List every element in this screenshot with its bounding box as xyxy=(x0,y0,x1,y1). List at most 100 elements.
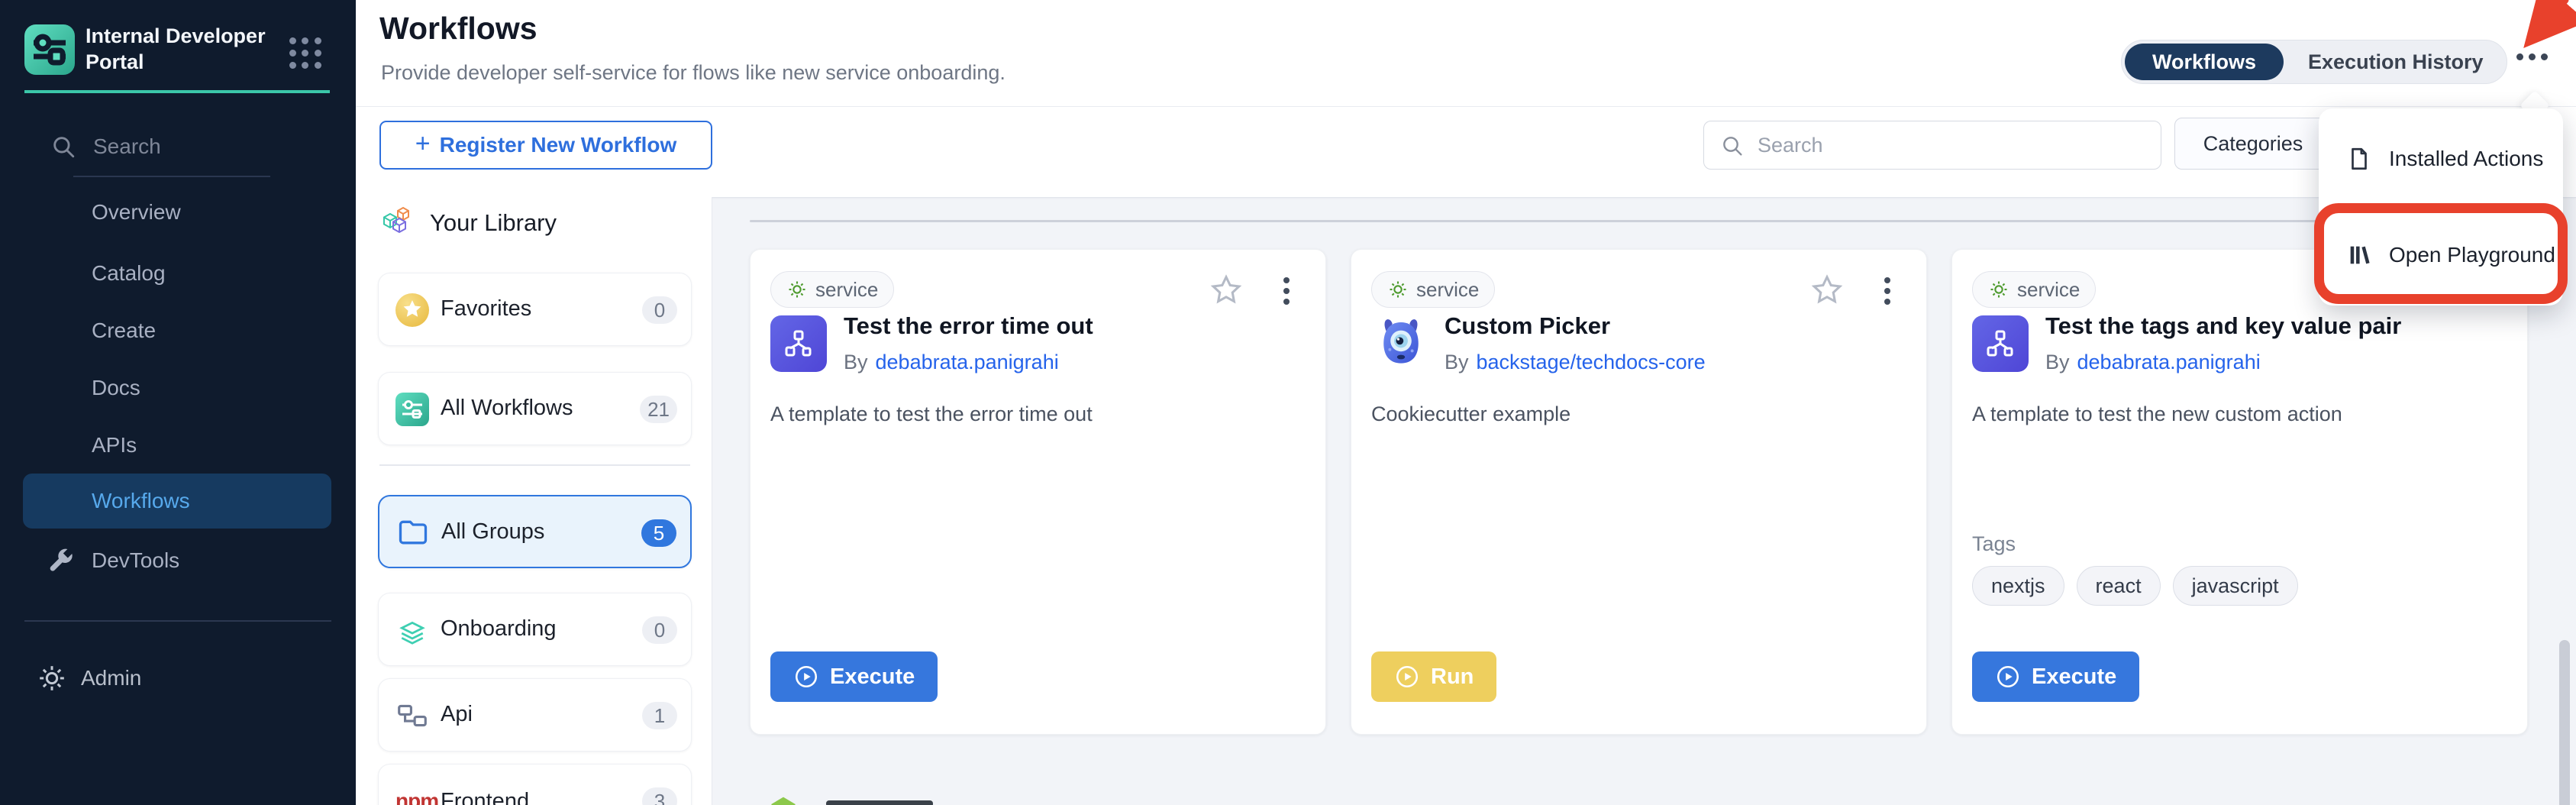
gear-icon xyxy=(1988,279,2009,300)
count-badge: 5 xyxy=(641,519,676,547)
count-badge: 0 xyxy=(642,616,677,644)
tag-chip: javascript xyxy=(2173,566,2298,606)
star-circle-icon xyxy=(395,293,429,327)
count-badge: 3 xyxy=(642,787,677,805)
card-description: Cookiecutter example xyxy=(1371,402,1570,426)
kind-chip: service xyxy=(1371,271,1495,308)
favorite-star-icon[interactable] xyxy=(1209,273,1244,308)
card-menu-button[interactable] xyxy=(1277,273,1296,309)
section-divider xyxy=(750,220,2520,222)
annotation-highlight-ring xyxy=(2314,203,2568,304)
categories-dropdown[interactable]: Categories xyxy=(2174,118,2332,170)
plus-icon: + xyxy=(415,129,431,159)
sidebar-item-docs[interactable]: Docs xyxy=(92,376,140,400)
library-item-onboarding[interactable]: Onboarding 0 xyxy=(378,593,692,666)
tags-label: Tags xyxy=(1972,532,2016,556)
sidebar-item-devtools[interactable]: DevTools xyxy=(46,542,336,579)
sidebar-item-label: DevTools xyxy=(92,548,179,573)
kind-chip: service xyxy=(770,271,894,308)
library-item-all-groups[interactable]: All Groups 5 xyxy=(378,495,692,568)
execute-button[interactable]: Execute xyxy=(1972,651,2139,702)
library-header: Your Library xyxy=(379,205,557,241)
sidebar-item-label: Workflows xyxy=(92,489,190,513)
sidebar-search[interactable]: Search xyxy=(50,130,302,163)
vertical-scrollbar[interactable] xyxy=(2559,640,2570,805)
workflow-card: service Test the tags and key value pair… xyxy=(1951,249,2528,735)
wrench-icon xyxy=(46,546,75,575)
template-icon xyxy=(1972,315,2029,372)
register-new-workflow-button[interactable]: + Register New Workflow xyxy=(379,121,712,170)
sidebar-item-apis[interactable]: APIs xyxy=(92,433,137,457)
sidebar-item-label: Admin xyxy=(81,666,141,690)
sidebar-item-workflows[interactable]: Workflows xyxy=(23,474,331,529)
library-title: Your Library xyxy=(430,209,557,237)
annotation-arrow xyxy=(2495,0,2576,55)
library-item-frontend[interactable]: npm Frontend 3 xyxy=(378,764,692,805)
tab-execution-history[interactable]: Execution History xyxy=(2285,50,2507,74)
npm-icon: npm xyxy=(395,789,429,805)
card-author-row: Bydebabrata.panigrahi xyxy=(2045,351,2261,374)
card-title: Test the error time out xyxy=(844,312,1093,340)
card-menu-button[interactable] xyxy=(1878,273,1896,309)
tag-chip: nextjs xyxy=(1972,566,2064,606)
play-circle-icon xyxy=(1394,664,1420,690)
card-author-row: Bydebabrata.panigrahi xyxy=(844,351,1059,374)
page-subtitle: Provide developer self-service for flows… xyxy=(381,61,1006,85)
sidebar-item-admin[interactable]: Admin xyxy=(37,660,327,697)
clipped-section-title xyxy=(826,800,933,805)
count-badge: 0 xyxy=(642,296,677,324)
search-icon xyxy=(1720,134,1745,158)
workflow-logo-icon xyxy=(24,24,75,75)
monster-icon xyxy=(1371,312,1431,372)
workflow-tile-icon xyxy=(395,393,429,426)
card-description: A template to test the error time out xyxy=(770,402,1093,426)
app-sidebar: Internal Developer Portal Search Overvie… xyxy=(0,0,356,805)
apps-grid-icon[interactable] xyxy=(289,37,322,69)
card-author-row: Bybackstage/techdocs-core xyxy=(1445,351,1706,374)
divider xyxy=(24,620,331,622)
author-link[interactable]: backstage/techdocs-core xyxy=(1477,351,1706,373)
gear-icon xyxy=(37,663,67,693)
workflow-card: service Custom Picker Bybackstage/techdo… xyxy=(1351,249,1927,735)
favorite-star-icon[interactable] xyxy=(1809,273,1845,308)
document-icon xyxy=(2346,146,2372,172)
kind-chip: service xyxy=(1972,271,2096,308)
run-button[interactable]: Run xyxy=(1371,651,1496,702)
workflow-card: service Test the error time out Bydebabr… xyxy=(750,249,1326,735)
layers-icon xyxy=(395,613,429,647)
author-link[interactable]: debabrata.panigrahi xyxy=(876,351,1059,373)
library-item-favorites[interactable]: Favorites 0 xyxy=(378,273,692,346)
sidebar-item-overview[interactable]: Overview xyxy=(92,200,181,225)
search-icon xyxy=(50,134,76,160)
play-circle-icon xyxy=(1995,664,2021,690)
sidebar-search-label: Search xyxy=(93,134,161,159)
template-icon xyxy=(770,315,827,372)
author-link[interactable]: debabrata.panigrahi xyxy=(2077,351,2261,373)
gear-icon xyxy=(1387,279,1409,300)
search-input[interactable] xyxy=(1703,121,2161,170)
hexagon-icon xyxy=(767,794,800,805)
view-toggle: Workflows Execution History xyxy=(2121,40,2507,84)
card-description: A template to test the new custom action xyxy=(1972,402,2342,426)
sitemap-icon xyxy=(395,699,429,732)
page-title: Workflows xyxy=(379,11,537,47)
count-badge: 1 xyxy=(642,702,677,729)
card-title: Test the tags and key value pair xyxy=(2045,312,2401,340)
app-logo xyxy=(24,24,75,75)
divider xyxy=(356,106,2576,107)
count-badge: 21 xyxy=(640,396,677,423)
library-item-all-workflows[interactable]: All Workflows 21 xyxy=(378,372,692,445)
library-item-api[interactable]: Api 1 xyxy=(378,678,692,752)
folder-icon xyxy=(396,516,430,550)
gear-icon xyxy=(786,279,808,300)
play-circle-icon xyxy=(793,664,819,690)
app-title: Internal Developer Portal xyxy=(86,23,276,75)
execute-button[interactable]: Execute xyxy=(770,651,938,702)
tab-workflows[interactable]: Workflows xyxy=(2125,44,2284,80)
sidebar-item-create[interactable]: Create xyxy=(92,318,156,343)
card-title: Custom Picker xyxy=(1445,312,1610,340)
cubes-icon xyxy=(379,205,416,241)
sidebar-item-catalog[interactable]: Catalog xyxy=(92,261,166,286)
menu-item-installed-actions[interactable]: Installed Actions xyxy=(2319,128,2563,189)
divider xyxy=(73,176,270,177)
